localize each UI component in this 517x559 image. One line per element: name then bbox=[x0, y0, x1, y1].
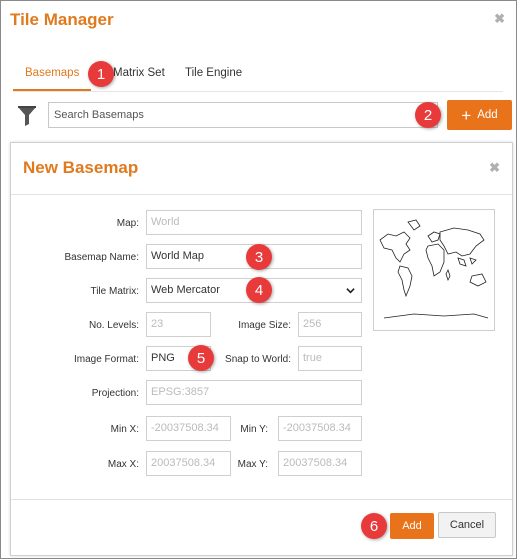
add-button[interactable]: Add bbox=[390, 513, 434, 539]
add-basemap-label: Add bbox=[477, 109, 498, 121]
image-format-label: Image Format: bbox=[73, 354, 139, 365]
min-y-field: -20037508.34 bbox=[278, 416, 362, 441]
dialog-header-divider bbox=[11, 194, 512, 195]
snap-to-world-label: Snap to World: bbox=[225, 354, 291, 365]
max-x-label: Max X: bbox=[107, 459, 139, 470]
basemap-name-label: Basemap Name: bbox=[64, 252, 139, 263]
no-levels-field: 23 bbox=[146, 312, 211, 337]
new-basemap-dialog: New Basemap ✖ Map: World Basemap Name: W… bbox=[10, 142, 513, 556]
callout-badge-2: 2 bbox=[415, 102, 441, 128]
map-label: Map: bbox=[116, 218, 139, 229]
dialog-footer-divider bbox=[11, 499, 512, 500]
close-icon[interactable]: ✖ bbox=[489, 160, 500, 176]
callout-badge-1: 1 bbox=[88, 61, 114, 87]
tile-matrix-value: Web Mercator bbox=[151, 284, 220, 296]
tab-bar: Basemaps Matrix Set Tile Engine bbox=[13, 61, 503, 92]
image-size-label: Image Size: bbox=[238, 320, 291, 331]
tab-basemaps[interactable]: Basemaps bbox=[13, 61, 92, 92]
min-x-field: -20037508.34 bbox=[146, 416, 231, 441]
max-y-field: 20037508.34 bbox=[278, 451, 362, 476]
add-basemap-button[interactable]: + Add bbox=[447, 100, 512, 130]
max-x-field: 20037508.34 bbox=[146, 451, 231, 476]
no-levels-label: No. Levels: bbox=[88, 320, 139, 331]
map-field: World bbox=[146, 210, 362, 235]
max-y-label: Max Y: bbox=[237, 459, 268, 470]
min-x-label: Min X: bbox=[110, 424, 139, 435]
window-title: Tile Manager bbox=[10, 10, 114, 29]
projection-field: EPSG:3857 bbox=[146, 380, 362, 405]
close-icon[interactable]: ✖ bbox=[494, 11, 505, 27]
min-y-label: Min Y: bbox=[240, 424, 268, 435]
world-map-preview bbox=[373, 209, 495, 331]
image-size-field: 256 bbox=[298, 312, 362, 337]
tile-manager-window: Tile Manager ✖ Basemaps Matrix Set Tile … bbox=[0, 0, 517, 559]
plus-icon: + bbox=[461, 105, 472, 125]
projection-label: Projection: bbox=[91, 388, 139, 399]
cancel-button[interactable]: Cancel bbox=[438, 512, 496, 538]
snap-to-world-field: true bbox=[298, 346, 362, 371]
tab-tile-engine[interactable]: Tile Engine bbox=[173, 61, 254, 89]
tabs-divider bbox=[13, 91, 503, 92]
filter-icon[interactable] bbox=[17, 105, 37, 127]
tile-matrix-label: Tile Matrix: bbox=[90, 286, 139, 297]
callout-badge-5: 5 bbox=[188, 345, 214, 371]
callout-badge-4: 4 bbox=[246, 277, 272, 303]
chevron-down-icon bbox=[346, 288, 355, 294]
search-input[interactable] bbox=[48, 102, 438, 128]
dialog-title: New Basemap bbox=[23, 158, 139, 177]
callout-badge-3: 3 bbox=[246, 244, 272, 270]
callout-badge-6: 6 bbox=[361, 513, 387, 539]
